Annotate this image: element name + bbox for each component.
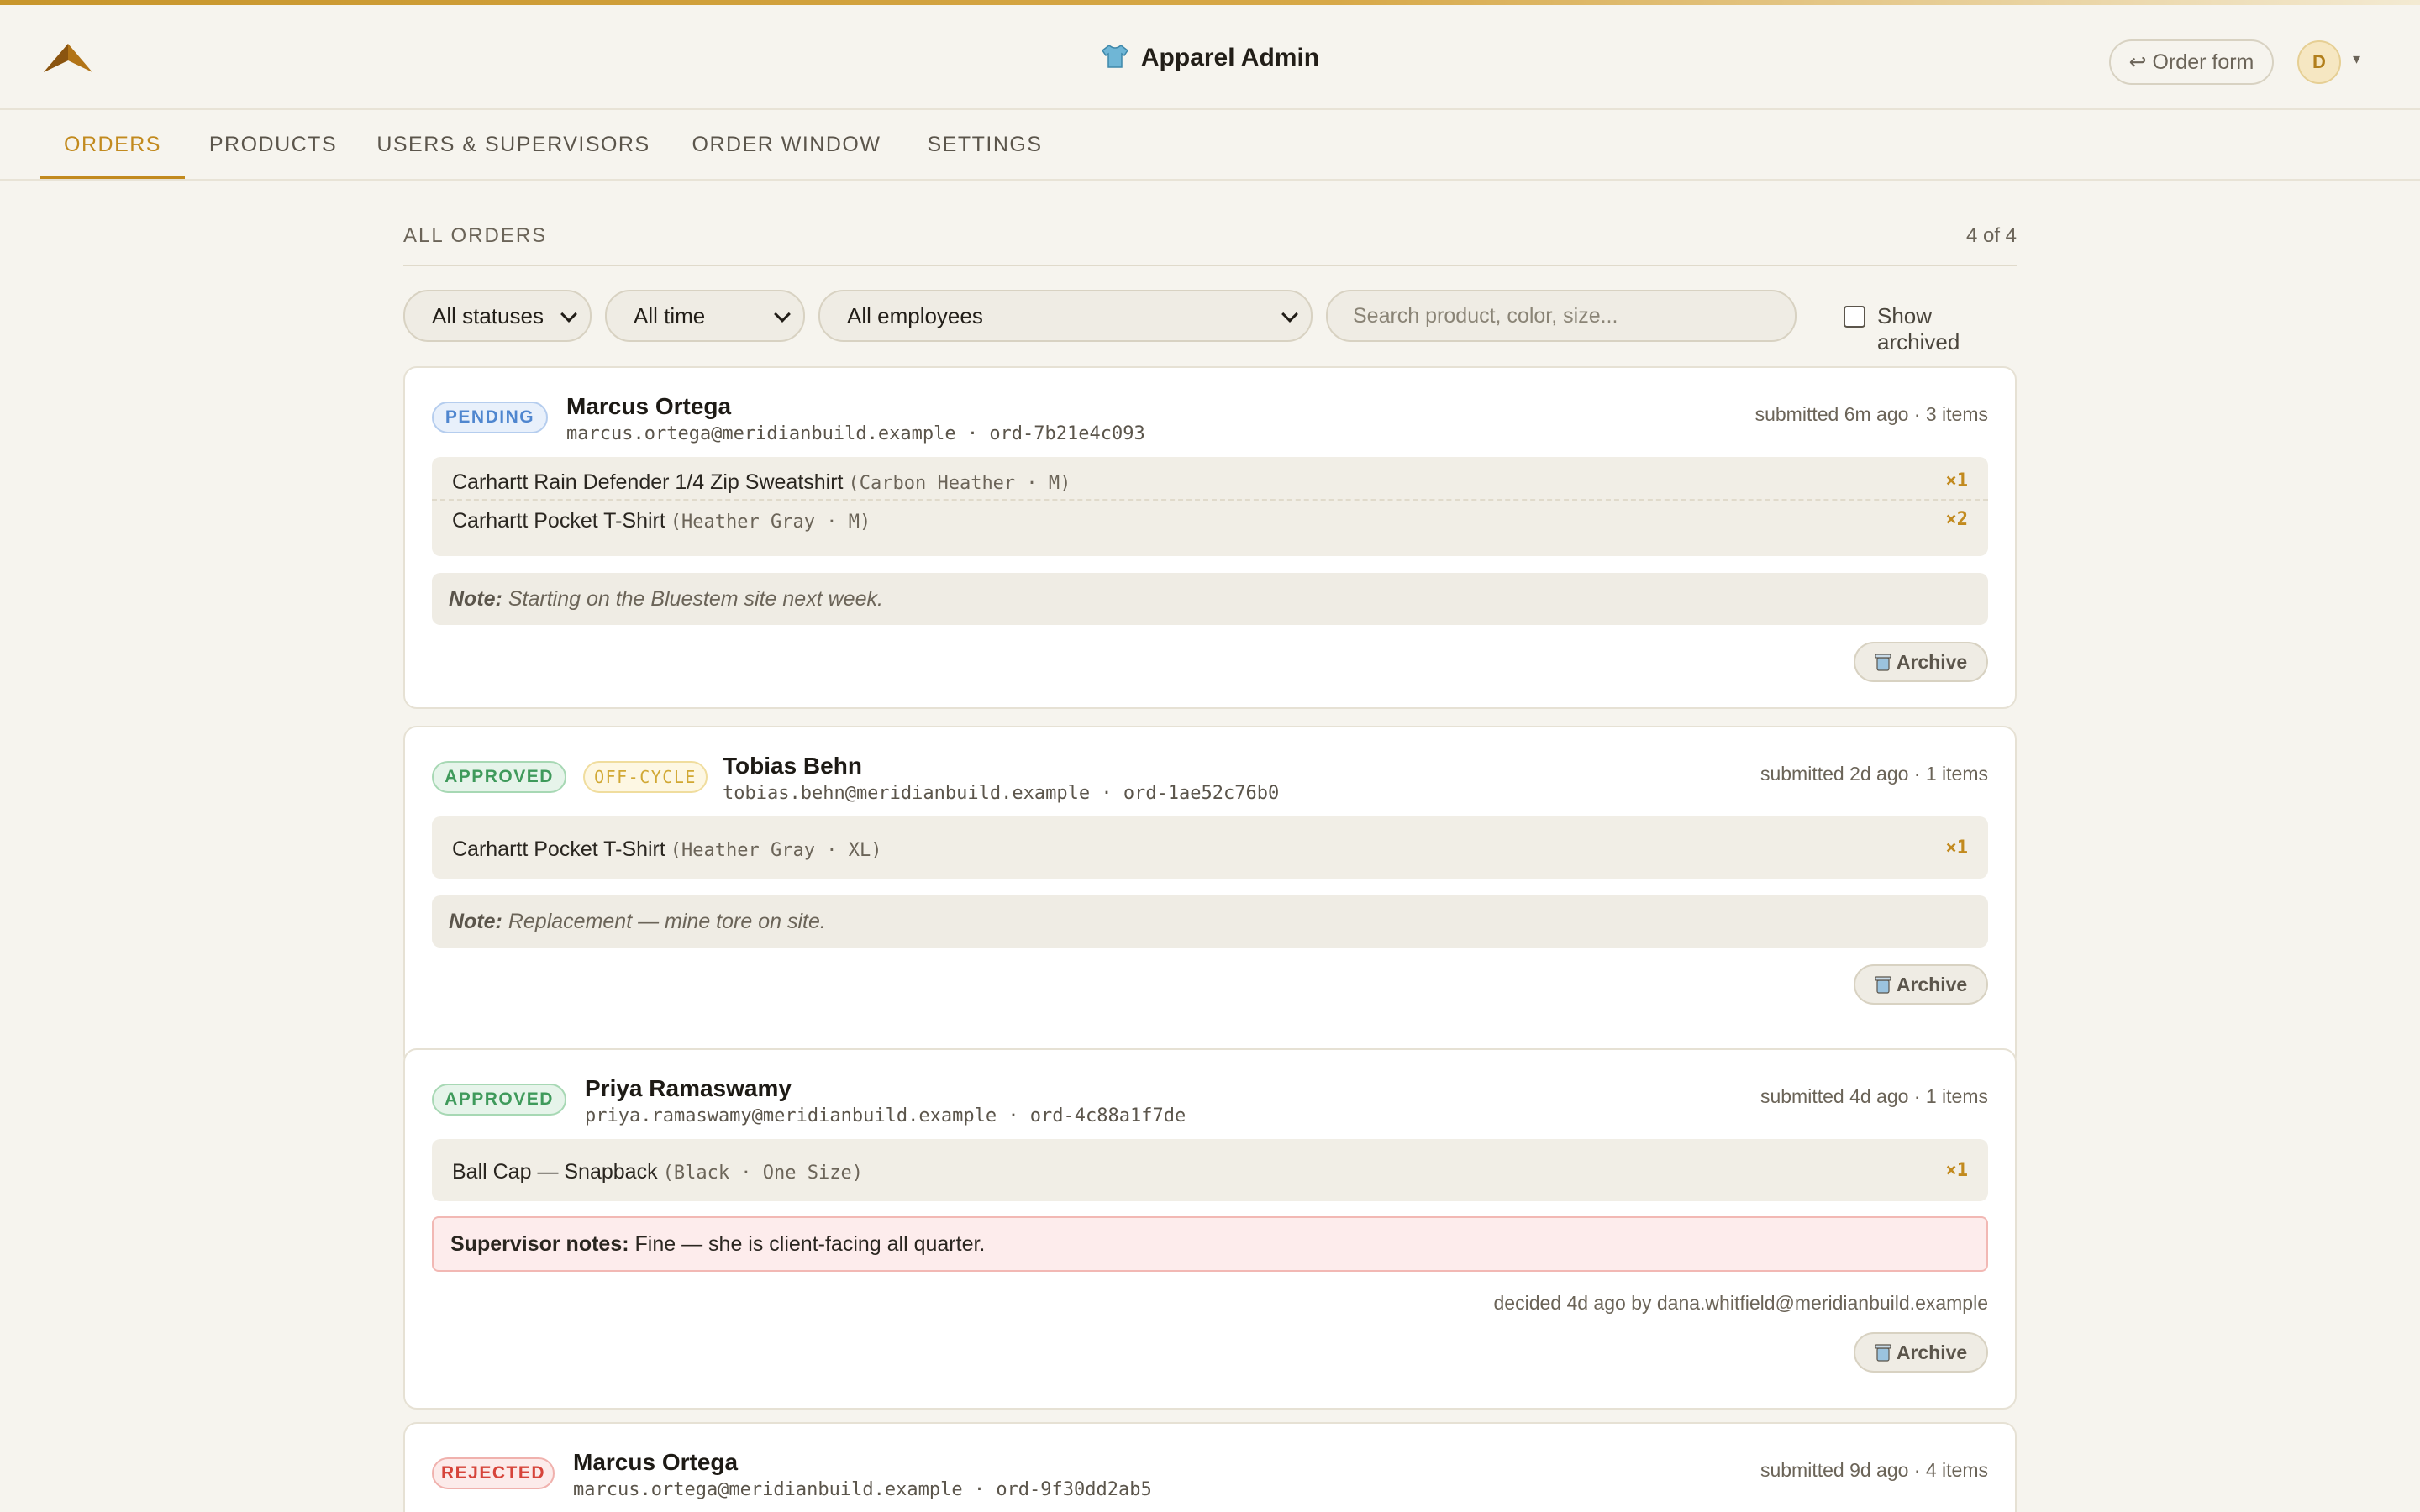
product-name: Ball Cap — Snapback xyxy=(452,1160,658,1184)
archive-label: Archive xyxy=(1896,651,1968,673)
time-filter-select[interactable]: All time xyxy=(605,290,805,342)
item-quantity: ×2 xyxy=(1945,509,1969,530)
app-header: Apparel Admin ↩ Order form D ▾ xyxy=(0,5,2420,110)
product-variant: (Black · One Size) xyxy=(662,1163,864,1184)
trash-icon xyxy=(1875,654,1891,671)
order-meta: submitted 4d ago · 1 items xyxy=(1760,1085,1988,1107)
order-card: REJECTED Marcus Ortega marcus.ortega@mer… xyxy=(403,1422,2017,1512)
item-quantity: ×1 xyxy=(1945,837,1969,858)
product-name: Carhartt Pocket T-Shirt xyxy=(452,837,666,861)
filter-bar: All statuses All time All employees Sear… xyxy=(403,266,2017,354)
employee-filter-value: All employees xyxy=(847,303,983,328)
status-badge: APPROVED xyxy=(432,761,566,793)
main-tabs: ORDERS PRODUCTS USERS & SUPERVISORS ORDE… xyxy=(0,110,2420,181)
tab-order-window[interactable]: ORDER WINDOW xyxy=(679,110,894,179)
show-archived-label[interactable]: Show archived xyxy=(1877,303,2017,355)
order-items: Carhartt Rain Defender 1/4 Zip Sweatshir… xyxy=(432,457,1988,556)
status-badge: APPROVED xyxy=(432,1084,566,1116)
order-meta: submitted 6m ago · 3 items xyxy=(1754,403,1988,425)
archive-button[interactable]: Archive xyxy=(1854,642,1988,682)
order-items: Carhartt Pocket T-Shirt (Heather Gray · X… xyxy=(432,816,1988,879)
list-item: Carhartt Pocket T-Shirt (Heather Gray · M… xyxy=(432,499,1988,536)
item-quantity: ×1 xyxy=(1945,470,1969,491)
chevron-down-icon xyxy=(1281,306,1298,323)
archive-button[interactable]: Archive xyxy=(1854,1332,1988,1373)
employee-email-order-id: marcus.ortega@meridianbuild.example · or… xyxy=(573,1479,1152,1500)
supervisor-note: Supervisor notes: Fine — she is client-f… xyxy=(432,1216,1988,1272)
employee-name: Priya Ramaswamy xyxy=(585,1075,792,1101)
supervisor-note-label: Supervisor notes: xyxy=(450,1232,629,1256)
decision-info: decided 4d ago by dana.whitfield@meridia… xyxy=(1493,1292,1989,1314)
order-note: Note: Starting on the Bluestem site next… xyxy=(432,573,1988,625)
order-note: Note: Replacement — mine tore on site. xyxy=(432,895,1988,948)
tab-products[interactable]: PRODUCTS xyxy=(200,110,346,179)
time-filter-value: All time xyxy=(634,303,706,328)
status-filter-select[interactable]: All statuses xyxy=(403,290,592,342)
order-card: APPROVED Priya Ramaswamy priya.ramaswamy… xyxy=(403,1048,2017,1410)
supervisor-note-text: Fine — she is client-facing all quarter. xyxy=(634,1232,986,1256)
orders-section: ALL ORDERS 4 of 4 All statuses All time … xyxy=(403,182,2017,1512)
search-input[interactable]: Search product, color, size... xyxy=(1326,290,1797,342)
order-meta: submitted 9d ago · 4 items xyxy=(1760,1459,1988,1481)
employee-filter-select[interactable]: All employees xyxy=(818,290,1313,342)
tab-settings[interactable]: SETTINGS xyxy=(919,110,1050,179)
section-title: ALL ORDERS xyxy=(403,224,548,247)
employee-name: Marcus Ortega xyxy=(566,393,732,419)
employee-name: Tobias Behn xyxy=(723,753,862,779)
order-card: APPROVED OFF-CYCLE Tobias Behn tobias.be… xyxy=(403,726,2017,1068)
status-badge: PENDING xyxy=(432,402,548,433)
product-name: Carhartt Pocket T-Shirt xyxy=(452,509,666,533)
show-archived-checkbox[interactable] xyxy=(1844,306,1865,328)
list-item: Carhartt Pocket T-Shirt (Heather Gray · X… xyxy=(432,829,1988,866)
chevron-down-icon[interactable]: ▾ xyxy=(2353,50,2360,68)
list-item: Ball Cap — Snapback (Black · One Size) ×1 xyxy=(432,1152,1988,1189)
archive-button[interactable]: Archive xyxy=(1854,964,1988,1005)
status-badge: REJECTED xyxy=(432,1457,555,1489)
chevron-down-icon xyxy=(560,306,577,323)
chevron-down-icon xyxy=(774,306,791,323)
product-variant: (Carbon Heather · M) xyxy=(848,473,1071,494)
tab-users-supervisors[interactable]: USERS & SUPERVISORS xyxy=(376,110,650,179)
app-title-text: Apparel Admin xyxy=(1140,44,1320,71)
employee-email-order-id: marcus.ortega@meridianbuild.example · or… xyxy=(566,423,1145,444)
product-name: Carhartt Rain Defender 1/4 Zip Sweatshir… xyxy=(452,470,844,494)
note-label: Note: xyxy=(449,587,502,611)
tab-orders[interactable]: ORDERS xyxy=(40,110,185,179)
status-filter-value: All statuses xyxy=(432,303,544,328)
trash-icon xyxy=(1875,1344,1891,1362)
t-shirt-icon xyxy=(1101,45,1128,68)
user-avatar[interactable]: D xyxy=(2297,40,2341,84)
section-header: ALL ORDERS 4 of 4 xyxy=(403,182,2017,266)
trash-icon xyxy=(1875,976,1891,994)
list-item: Carhartt Rain Defender 1/4 Zip Sweatshir… xyxy=(432,462,1988,499)
orders-count: 4 of 4 xyxy=(1965,224,2017,247)
archive-label: Archive xyxy=(1896,974,1968,995)
order-items: Ball Cap — Snapback (Black · One Size) ×1 xyxy=(432,1139,1988,1201)
employee-name: Marcus Ortega xyxy=(573,1449,739,1475)
order-card: PENDING Marcus Ortega marcus.ortega@meri… xyxy=(403,366,2017,709)
note-label: Note: xyxy=(449,910,502,933)
note-text: Replacement — mine tore on site. xyxy=(508,910,826,933)
product-variant: (Heather Gray · XL) xyxy=(670,840,882,861)
employee-email-order-id: tobias.behn@meridianbuild.example · ord-… xyxy=(723,783,1280,804)
note-text: Starting on the Bluestem site next week. xyxy=(508,587,883,611)
order-meta: submitted 2d ago · 1 items xyxy=(1760,763,1988,785)
off-cycle-badge: OFF-CYCLE xyxy=(583,761,708,793)
archive-label: Archive xyxy=(1896,1341,1968,1363)
employee-email-order-id: priya.ramaswamy@meridianbuild.example · … xyxy=(585,1105,1186,1126)
item-quantity: ×1 xyxy=(1945,1160,1969,1181)
app-title: Apparel Admin xyxy=(0,44,2420,72)
product-variant: (Heather Gray · M) xyxy=(670,512,871,533)
order-form-button[interactable]: ↩ Order form xyxy=(2109,39,2274,85)
